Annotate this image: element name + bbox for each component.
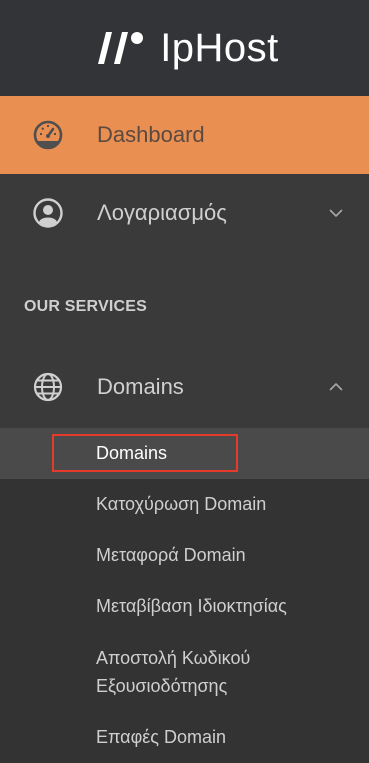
submenu-item-label: Μεταφορά Domain <box>96 545 246 565</box>
dashboard-gauge-icon <box>32 119 64 151</box>
logo[interactable]: IpHost <box>90 26 279 71</box>
sidebar-item-label: Λογαριασμός <box>97 200 227 225</box>
submenu-item-send-auth-code[interactable]: Αποστολή Κωδικού Εξουσιοδότησης <box>0 632 369 712</box>
submenu-item-register-domain[interactable]: Κατοχύρωση Domain <box>0 479 369 530</box>
submenu-item-label: Μεταβίβαση Ιδιοκτησίας <box>96 596 287 616</box>
iphost-logo-icon <box>98 32 144 64</box>
sidebar-item-label: Dashboard <box>97 122 205 147</box>
submenu-item-label: Επαφές Domain <box>96 727 226 747</box>
globe-icon <box>32 371 64 403</box>
sidebar-item-domains[interactable]: Domains <box>0 346 369 428</box>
submenu-item-domain-contacts[interactable]: Επαφές Domain <box>0 712 369 763</box>
submenu-item-transfer-domain[interactable]: Μεταφορά Domain <box>0 530 369 581</box>
user-circle-icon <box>32 197 64 229</box>
sidebar-item-dashboard[interactable]: Dashboard <box>0 96 369 174</box>
brand-header: IpHost <box>0 0 369 96</box>
selection-highlight <box>52 434 238 472</box>
submenu-item-domains[interactable]: Domains <box>0 428 369 479</box>
chevron-up-icon[interactable] <box>327 378 345 396</box>
submenu-item-label-line1: Αποστολή Κωδικού <box>96 648 251 668</box>
chevron-down-icon[interactable] <box>327 204 345 222</box>
sidebar: IpHost Dashboard Λογαριασμός OUR SERVICE… <box>0 0 369 763</box>
submenu-item-label: Κατοχύρωση Domain <box>96 494 267 514</box>
submenu-item-label-line2: Εξουσιοδότησης <box>96 676 228 696</box>
submenu-item-ownership-transfer[interactable]: Μεταβίβαση Ιδιοκτησίας <box>0 581 369 632</box>
section-title-our-services: OUR SERVICES <box>24 298 148 315</box>
sidebar-item-label: Domains <box>97 374 184 399</box>
sidebar-item-account[interactable]: Λογαριασμός <box>0 174 369 252</box>
domains-submenu: Domains Κατοχύρωση Domain Μεταφορά Domai… <box>0 428 369 763</box>
brand-name: IpHost <box>160 25 279 70</box>
